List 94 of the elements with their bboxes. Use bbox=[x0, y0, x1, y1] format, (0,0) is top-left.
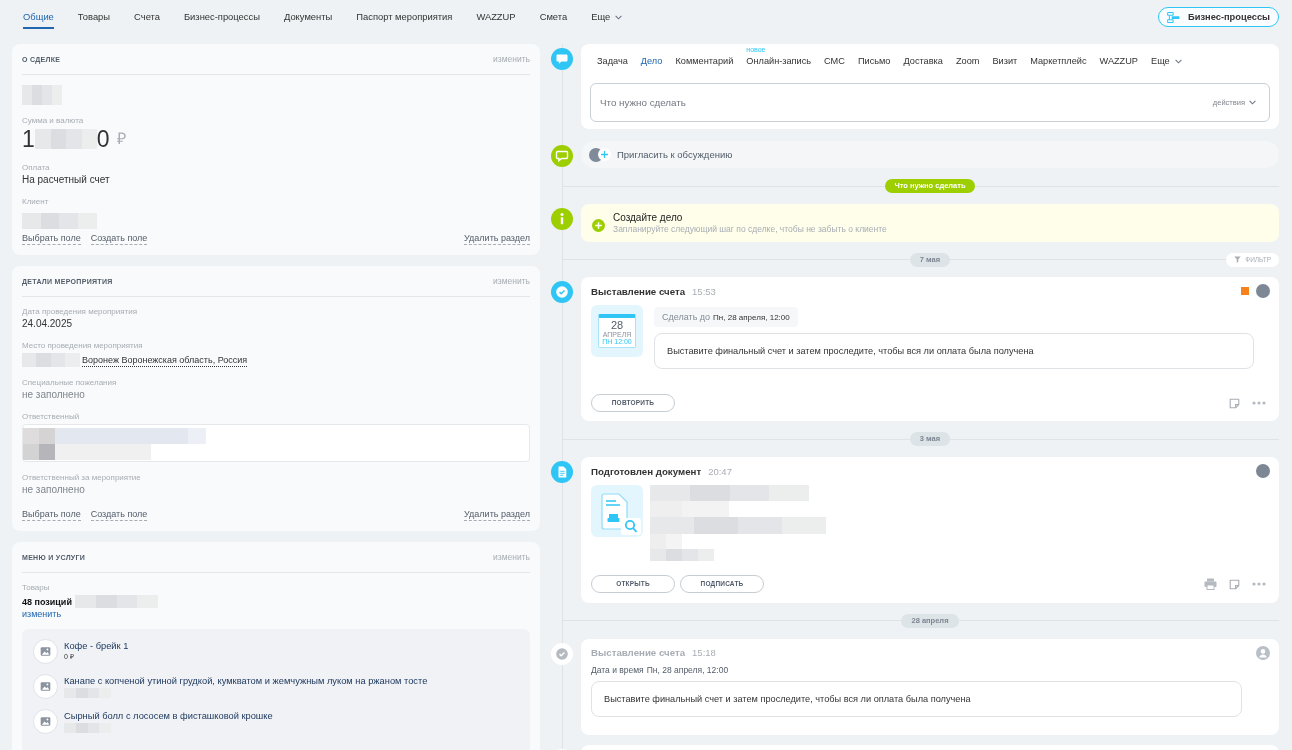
composer-tab[interactable]: Дело bbox=[640, 55, 663, 67]
field-label: Ответственный за мероприятие bbox=[22, 473, 142, 483]
field-value: На расчетный счет bbox=[22, 174, 111, 186]
tab[interactable]: Еще bbox=[591, 7, 623, 29]
note-icon[interactable] bbox=[1229, 578, 1240, 590]
field-value: не заполнено bbox=[22, 389, 86, 401]
product-link[interactable]: Сырный болл с лососем в фисташковой крошке bbox=[64, 710, 273, 722]
composer-tab[interactable]: СМС bbox=[824, 55, 845, 67]
field-value: 24.04.2025 bbox=[22, 318, 74, 330]
image-icon bbox=[33, 639, 58, 664]
chevron-down-icon bbox=[1249, 100, 1256, 105]
field-link[interactable]: Выбрать поле bbox=[22, 509, 81, 521]
field-label: Специальные пожелания bbox=[22, 378, 118, 388]
field-label: Сумма и валюта bbox=[22, 116, 85, 126]
tab[interactable]: Счета bbox=[134, 7, 160, 29]
tab[interactable]: Документы bbox=[283, 7, 333, 29]
deadline-label: Сделать до bbox=[662, 312, 711, 323]
field-link[interactable]: Создать поле bbox=[90, 233, 148, 245]
product-link[interactable]: Канапе с копченой утиной грудкой, кумкватом и жемчужным луком на ржаном тосте bbox=[64, 675, 428, 687]
composer-tab[interactable]: Комментарий bbox=[675, 55, 734, 67]
field-label: Клиент bbox=[22, 197, 50, 207]
field-label: Оплата bbox=[22, 163, 51, 173]
product-link[interactable]: Кофе - брейк 1 bbox=[64, 640, 129, 652]
calendar-day: 28 bbox=[610, 319, 624, 332]
note-icon[interactable] bbox=[1229, 398, 1240, 409]
activity-time: 15:18 bbox=[692, 647, 716, 659]
tab[interactable]: WAZZUP bbox=[476, 7, 516, 29]
composer-tab[interactable]: Визит bbox=[992, 55, 1018, 67]
more-icon[interactable] bbox=[1252, 582, 1266, 587]
field-label: Дата проведения мероприятия bbox=[22, 307, 139, 317]
blurred-text bbox=[22, 85, 62, 105]
activity-title: Выставление счета bbox=[591, 647, 686, 659]
chevron-down-icon bbox=[615, 14, 623, 20]
composer-tab[interactable]: Письмо bbox=[857, 55, 891, 67]
deadline-date: Пн, 28 апреля, 12:00 bbox=[713, 313, 790, 322]
user-icon bbox=[1256, 645, 1270, 660]
amount-value: 0 bbox=[96, 126, 110, 152]
chevron-down-icon bbox=[1174, 58, 1182, 64]
chat-icon bbox=[551, 48, 573, 70]
date-label: Дата и время bbox=[591, 663, 644, 676]
amount-value: 1 bbox=[22, 126, 35, 152]
composer-tab[interactable]: Доставка bbox=[903, 55, 943, 67]
invite-bar[interactable]: Пригласить к обсуждению bbox=[581, 141, 1279, 169]
address-link[interactable]: Воронеж Воронежская область, Россия bbox=[82, 353, 248, 367]
composer-tab[interactable]: Zoom bbox=[955, 55, 980, 67]
field-label: Товары bbox=[22, 583, 51, 593]
tab[interactable]: Бизнес-процессы bbox=[183, 7, 260, 29]
print-icon[interactable] bbox=[1204, 578, 1217, 591]
chat-icon bbox=[551, 145, 573, 168]
business-process-button[interactable]: Бизнес-процессы bbox=[1158, 7, 1279, 27]
field-label: Ответственный bbox=[22, 412, 81, 422]
tab[interactable]: Смета bbox=[539, 7, 568, 29]
avatar bbox=[1256, 284, 1270, 299]
field-value: не заполнено bbox=[22, 484, 86, 496]
document-icon bbox=[551, 461, 573, 484]
tab[interactable]: Паспорт мероприятия bbox=[356, 7, 453, 29]
activity-title: Подготовлен документ bbox=[591, 465, 702, 477]
field-link[interactable]: Выбрать поле bbox=[22, 233, 81, 245]
delete-section-link[interactable]: Удалить раздел bbox=[464, 233, 530, 245]
image-icon bbox=[33, 674, 58, 699]
composer-tab[interactable]: WAZZUP bbox=[1099, 55, 1138, 67]
activity-time: 20:47 bbox=[708, 465, 732, 477]
blurred-text bbox=[22, 353, 80, 367]
currency-sign: ₽ bbox=[116, 129, 126, 149]
create-title: Создайте дело bbox=[613, 211, 684, 224]
activity-title: Выставление счета bbox=[591, 286, 686, 297]
more-icon[interactable] bbox=[1252, 401, 1266, 406]
document-search-icon bbox=[591, 485, 643, 538]
check-circle-icon bbox=[551, 642, 573, 665]
delete-section-link[interactable]: Удалить раздел bbox=[464, 509, 530, 521]
plus-icon[interactable] bbox=[592, 218, 605, 232]
check-circle-icon bbox=[551, 281, 573, 304]
product-count: 48 позиций bbox=[22, 595, 72, 608]
flowchart-icon bbox=[1167, 11, 1181, 23]
composer-tab[interactable]: Еще bbox=[1151, 55, 1182, 67]
image-icon bbox=[33, 709, 58, 734]
composer-tab[interactable]: Задача bbox=[597, 55, 628, 67]
create-hint: Запланируйте следующий шаг по сделке, чтобы не забыть о клиенте bbox=[613, 223, 887, 234]
plus-icon bbox=[598, 148, 611, 162]
avatar bbox=[1256, 464, 1270, 479]
info-icon bbox=[551, 207, 573, 230]
edit-link[interactable]: изменить bbox=[22, 608, 62, 620]
message-bubble: Выставите финальный счет и затем проследите, чтобы вся ли оплата была получена bbox=[654, 333, 1254, 370]
field-link[interactable]: Создать поле bbox=[90, 509, 148, 521]
date-value: Пн, 28 апреля, 12:00 bbox=[646, 663, 729, 676]
tab[interactable]: Общие bbox=[23, 7, 54, 29]
tab[interactable]: Товары bbox=[77, 7, 111, 29]
field-label: Место проведения мероприятия bbox=[22, 341, 144, 351]
composer-tab[interactable]: Маркетплейс bbox=[1030, 55, 1087, 67]
composer-tab[interactable]: Онлайн-запись bbox=[746, 55, 812, 67]
filter-icon bbox=[1234, 256, 1242, 264]
message-bubble: Выставите финальный счет и затем проследите, чтобы вся ли оплата была получена bbox=[591, 680, 1242, 717]
activity-time: 15:53 bbox=[692, 286, 716, 297]
blurred-text bbox=[34, 129, 97, 149]
